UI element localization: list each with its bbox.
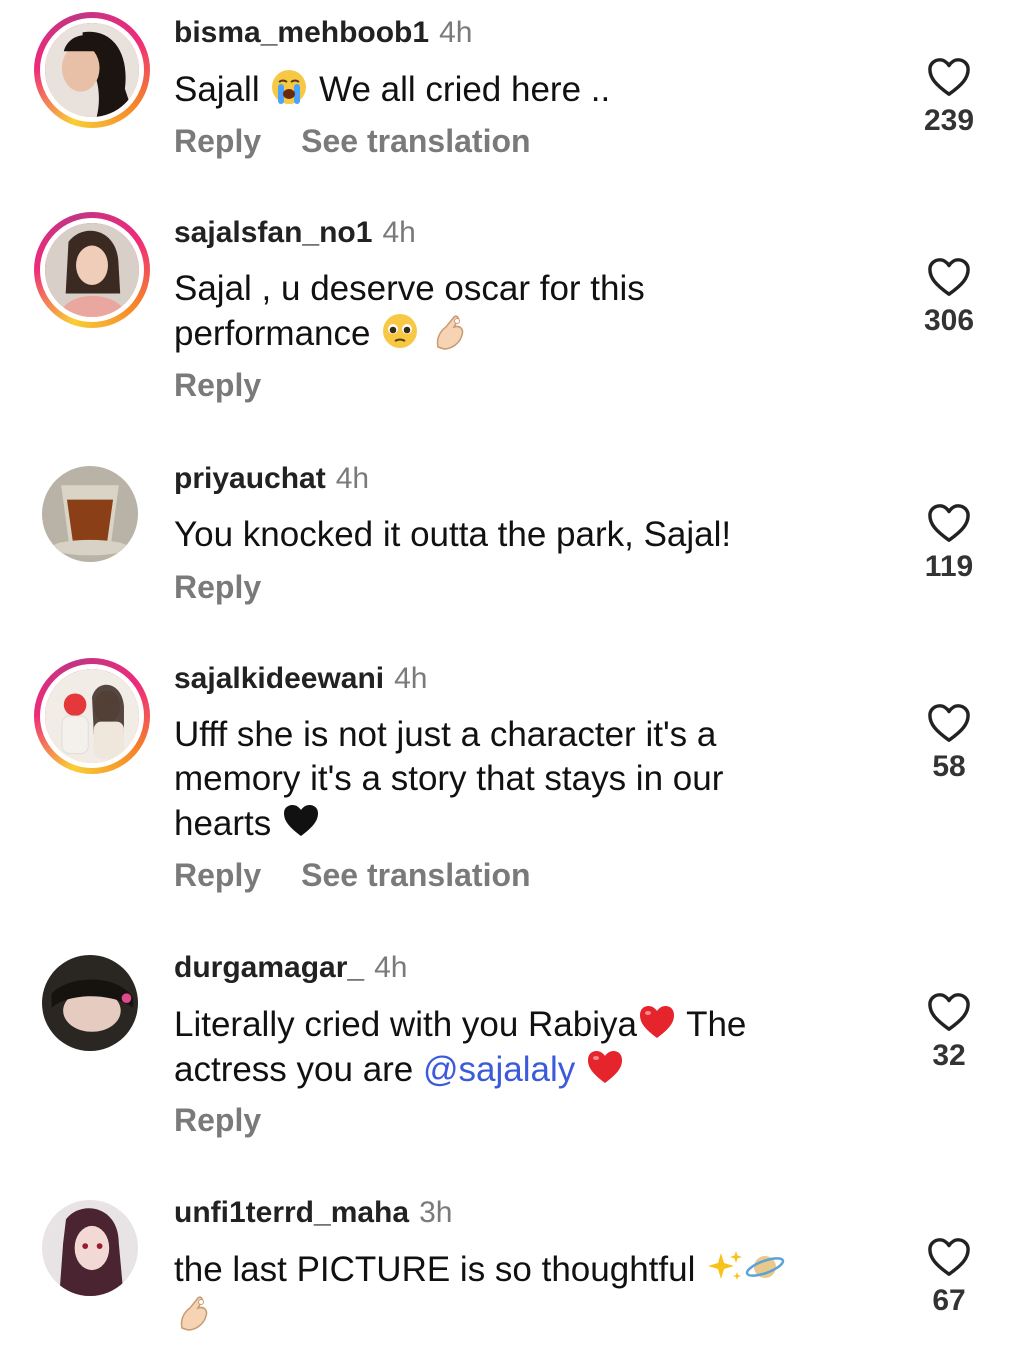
comment-actions: Reply [174,569,301,605]
avatar-photo [45,223,139,317]
comment-text: Sajall We all cried here .. [174,67,874,112]
like-group: 32 [904,991,994,1073]
comment-text: Literally cried with you Rabiya The actr… [174,1002,874,1092]
comment-text: Ufff she is not just a character it's a … [174,715,724,843]
avatar-photo [42,1200,138,1296]
comment-header: sajalkideewani 4h [174,661,428,697]
like-count: 119 [924,550,974,583]
comment-text: the last PICTURE is so thoughtful [174,1247,874,1337]
avatar[interactable] [34,1192,150,1308]
mention-link[interactable]: @sajalaly [423,1050,575,1089]
crying-face-emoji [269,67,309,107]
comment-header: unfi1terrd_maha 3h [174,1195,452,1231]
like-count: 239 [923,104,975,137]
like-group: 119 [904,502,994,584]
username[interactable]: sajalkideewani [174,662,384,695]
comment-header: durgamagar_ 4h [174,950,407,986]
timestamp: 3h [419,1196,453,1229]
see-translation-button[interactable]: See translation [301,857,530,893]
comment-actions: Reply [174,1102,301,1138]
avatar[interactable] [34,658,150,774]
comment-header: sajalsfan_no1 4h [174,215,416,251]
username[interactable]: sajalsfan_no1 [174,216,372,249]
avatar-photo [42,466,138,562]
red-heart-emoji [637,1002,677,1042]
like-group: 239 [904,56,994,138]
timestamp: 4h [374,951,408,984]
avatar-photo [45,669,139,763]
avatar[interactable] [34,458,150,574]
comment-text: Sajal , u deserve oscar for this perform… [174,269,645,353]
comment-actions: Reply See translation [174,123,571,159]
heart-outline-icon[interactable] [926,56,972,98]
avatar-photo [42,955,138,1051]
comment-actions: Reply See translation [174,857,571,893]
like-group: 67 [904,1236,994,1318]
reply-button[interactable]: Reply [174,569,261,605]
avatar-photo [45,23,139,117]
reply-button[interactable]: Reply [174,367,261,403]
avatar[interactable] [34,12,150,128]
like-group: 306 [904,256,994,338]
comment-header: bisma_mehboob1 4h [174,15,472,51]
comment-header: priyauchat 4h [174,461,369,497]
username[interactable]: priyauchat [174,462,326,495]
heart-outline-icon[interactable] [926,502,972,544]
timestamp: 4h [439,16,473,49]
pinching-hand-emoji [174,1292,214,1332]
see-translation-button[interactable]: See translation [301,123,530,159]
heart-outline-icon[interactable] [926,702,972,744]
timestamp: 4h [382,216,416,249]
pleading-face-emoji [380,311,420,351]
timestamp: 4h [335,462,370,495]
heart-outline-icon[interactable] [926,1236,972,1278]
comment-text: You knocked it outta the park, Sajal! [174,515,732,554]
like-count: 306 [923,304,975,337]
comment-actions: Reply [174,367,301,403]
reply-button[interactable]: Reply [174,857,261,893]
heart-outline-icon[interactable] [926,256,972,298]
reply-button[interactable]: Reply [174,1102,261,1138]
username[interactable]: unfi1terrd_maha [174,1196,409,1229]
black-heart-emoji [281,801,321,841]
heart-outline-icon[interactable] [926,991,972,1033]
timestamp: 4h [394,662,428,695]
ringed-planet-emoji [745,1247,785,1287]
like-count: 58 [932,750,966,783]
sparkles-emoji [705,1247,745,1287]
username[interactable]: durgamagar_ [174,951,364,984]
pinching-hand-emoji [430,311,470,351]
red-heart-emoji [585,1047,625,1087]
avatar[interactable] [34,947,150,1063]
like-count: 32 [932,1039,966,1072]
like-group: 58 [904,702,994,784]
username[interactable]: bisma_mehboob1 [174,16,429,49]
avatar[interactable] [34,212,150,328]
reply-button[interactable]: Reply [174,123,261,159]
like-count: 67 [932,1284,966,1317]
